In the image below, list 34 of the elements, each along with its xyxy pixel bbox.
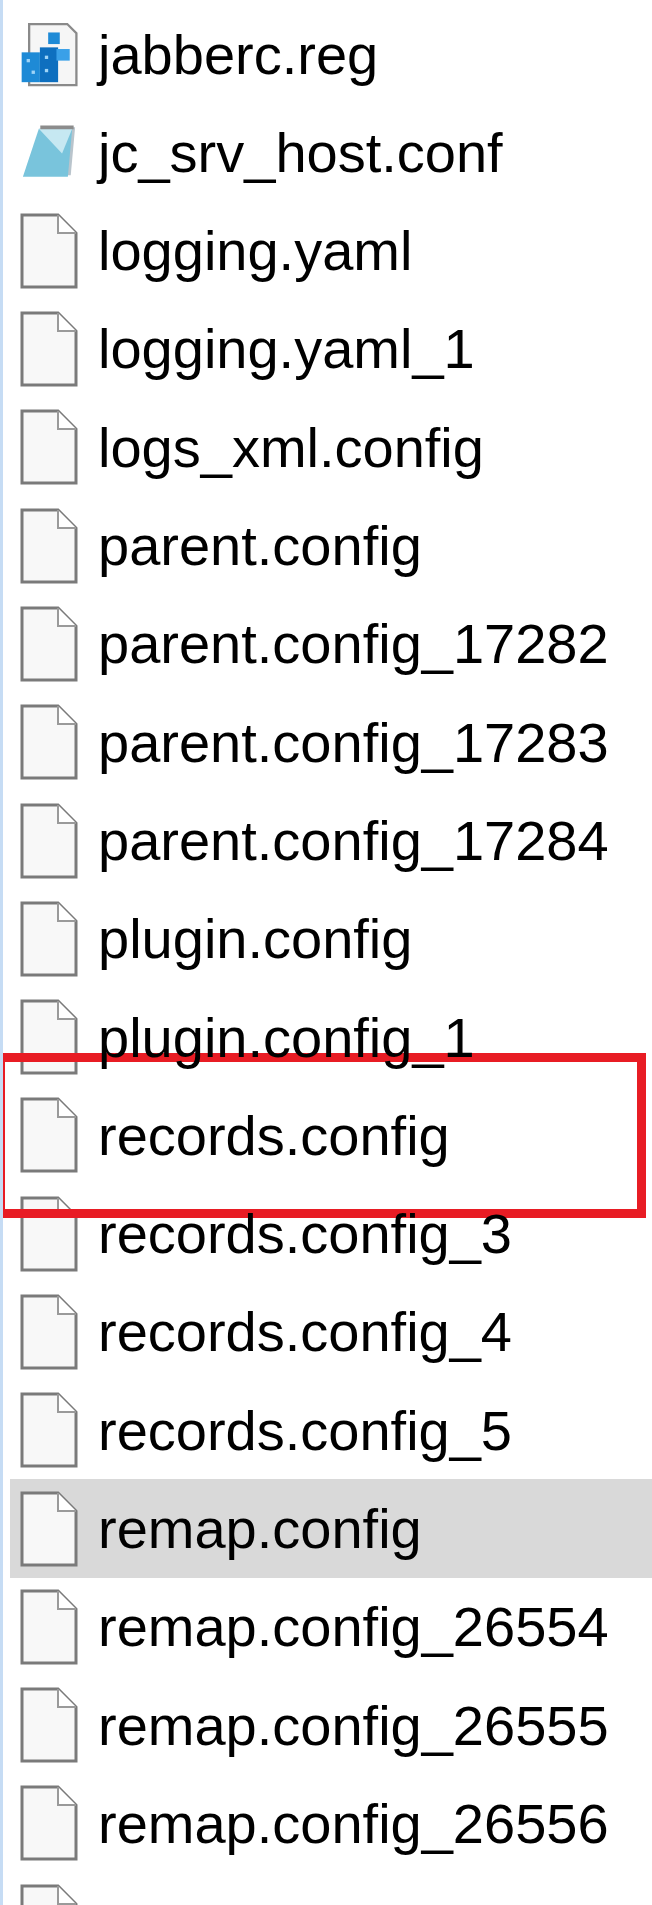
file-row[interactable]: parent.config_17283: [10, 693, 652, 792]
file-icon: [20, 1097, 78, 1174]
file-row[interactable]: logging.yaml_1: [10, 299, 652, 399]
file-icon: [20, 1588, 78, 1665]
file-row[interactable]: records.config_3: [10, 1184, 652, 1283]
file-row[interactable]: parent.config: [10, 496, 652, 595]
file-icon: [20, 1294, 78, 1370]
file-icon: [20, 311, 78, 388]
file-row[interactable]: parent.config_17282: [10, 594, 652, 694]
file-icon: [20, 212, 78, 289]
file-icon: [20, 1392, 78, 1469]
file-icon: [20, 409, 78, 486]
file-row[interactable]: records.config_4: [10, 1282, 652, 1382]
file-row[interactable]: jc_srv_host.conf: [10, 103, 652, 202]
file-row[interactable]: remap.config_26554: [10, 1577, 652, 1677]
file-row[interactable]: logging.yaml: [10, 201, 652, 300]
file-row[interactable]: plugin.config: [10, 889, 652, 988]
file-row[interactable]: plugin.config_1: [10, 987, 652, 1087]
file-row[interactable]: remap.config_26556: [10, 1774, 652, 1873]
file-icon: [20, 1687, 78, 1764]
file-row[interactable]: logs_xml.config: [10, 398, 652, 497]
file-icon: [20, 900, 78, 977]
file-row[interactable]: remap.config_26555: [10, 1676, 652, 1775]
file-icon: [20, 1490, 78, 1567]
file-icon: [20, 1785, 78, 1862]
file-icon: [20, 704, 78, 781]
file-row[interactable]: parent.config_17284: [10, 791, 652, 890]
file-row[interactable]: jabberc.reg: [10, 5, 652, 104]
file-row[interactable]: remap.config: [10, 1479, 652, 1578]
file-icon: [20, 605, 78, 682]
file-row[interactable]: records.config: [10, 1086, 652, 1185]
file-row[interactable]: records.config_5: [10, 1381, 652, 1480]
file-icon: [20, 802, 78, 879]
file-icon: [20, 507, 78, 584]
